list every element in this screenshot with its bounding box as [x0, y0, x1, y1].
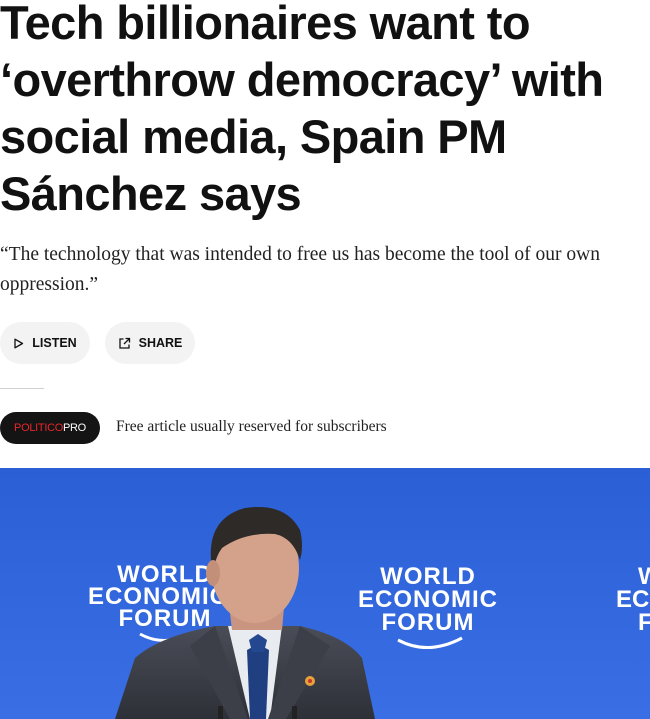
- subscriber-note: Free article usually reserved for subscr…: [116, 418, 387, 435]
- listen-button[interactable]: LISTEN: [0, 322, 90, 364]
- play-icon: [13, 338, 24, 349]
- svg-text:F: F: [638, 609, 650, 636]
- share-icon: [118, 337, 131, 350]
- divider: [0, 388, 44, 389]
- logo-line-3: FORUM: [382, 609, 475, 636]
- share-button[interactable]: SHARE: [105, 322, 195, 364]
- listen-label: LISTEN: [32, 336, 77, 350]
- article-photo: WORLD ECONOMIC FORUM WORLD ECONOMIC FORU…: [0, 468, 650, 719]
- article-dek: “The technology that was intended to fre…: [0, 244, 600, 295]
- politico-pro-badge[interactable]: POLITICO PRO: [0, 412, 100, 444]
- logo-line-3: FORUM: [119, 605, 212, 632]
- badge-brand: POLITICO: [14, 422, 63, 434]
- badge-suffix: PRO: [63, 422, 86, 434]
- share-label: SHARE: [138, 336, 183, 350]
- article-headline: Tech billionaires want to ‘overthrow dem…: [0, 0, 604, 220]
